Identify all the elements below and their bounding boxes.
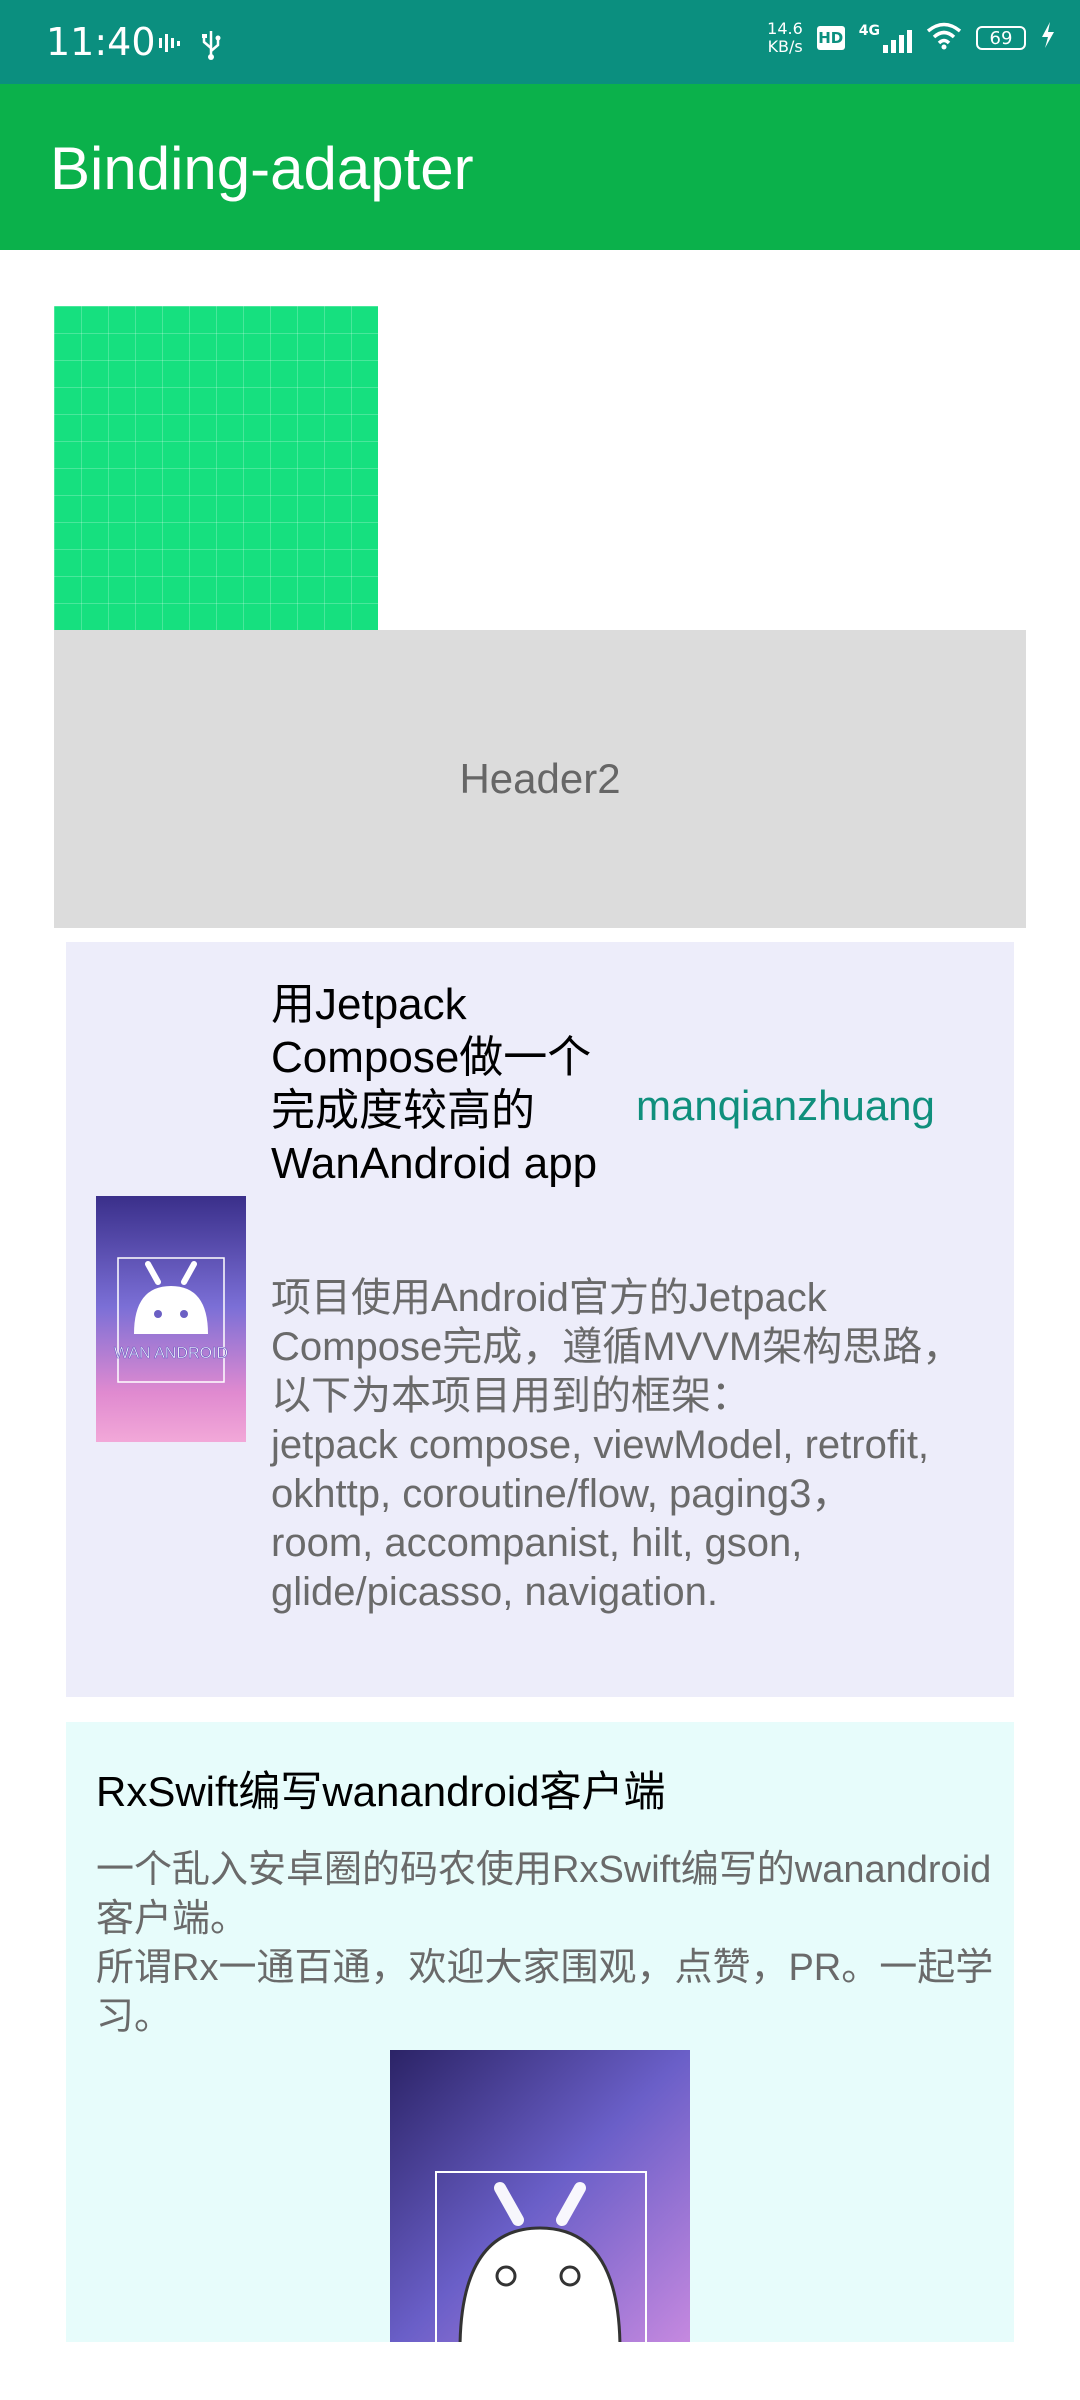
network-speed-value: 14.6 <box>767 19 803 38</box>
network-speed-unit: KB/s <box>767 37 803 56</box>
status-notification-icons <box>158 30 222 67</box>
article-title: RxSwift编写wanandroid客户端 <box>96 1768 666 1815</box>
project-author[interactable]: manqianzhuang <box>636 1082 935 1130</box>
status-bar: 11:40 14.6 KB/s HD 4G 69 <box>0 0 1080 84</box>
cellular-signal-icon: 4G <box>859 23 912 53</box>
status-system-icons: 14.6 KB/s HD 4G 69 <box>767 20 1056 56</box>
status-time: 11:40 <box>46 20 156 64</box>
network-speed: 14.6 KB/s <box>767 20 803 56</box>
article-card[interactable]: RxSwift编写wanandroid客户端 一个乱入安卓圈的码农使用RxSwi… <box>66 1722 1014 2342</box>
article-description: 一个乱入安卓圈的码农使用RxSwift编写的wanandroid客户端。 所谓R… <box>96 1849 994 2038</box>
project-description: 项目使用Android官方的Jetpack Compose完成，遵循MVVM架构… <box>271 1276 963 1614</box>
hd-badge: HD <box>816 26 845 50</box>
project-title: 用Jetpack Compose做一个完成度较高的WanAndroid app <box>271 980 598 1188</box>
usb-icon <box>200 30 222 67</box>
app-title: Binding-adapter <box>50 135 474 202</box>
voice-signal-icon <box>158 30 182 67</box>
charging-icon <box>1040 21 1056 56</box>
thumbnail-caption: WAN ANDROID <box>114 1345 228 1362</box>
project-card[interactable]: WAN ANDROID 用Jetpack Compose做一个完成度较高的Wan… <box>66 942 1014 1697</box>
battery-icon: 69 <box>976 26 1026 50</box>
app-bar: Binding-adapter <box>0 84 1080 250</box>
network-type-label: 4G <box>858 23 880 39</box>
battery-level: 69 <box>989 27 1013 49</box>
header2-banner[interactable]: Header2 <box>54 630 1026 928</box>
green-grid-image <box>54 306 378 630</box>
article-image <box>390 2050 690 2342</box>
wifi-icon <box>926 22 962 54</box>
header2-label: Header2 <box>459 755 621 802</box>
project-thumbnail: WAN ANDROID <box>96 1196 246 1442</box>
